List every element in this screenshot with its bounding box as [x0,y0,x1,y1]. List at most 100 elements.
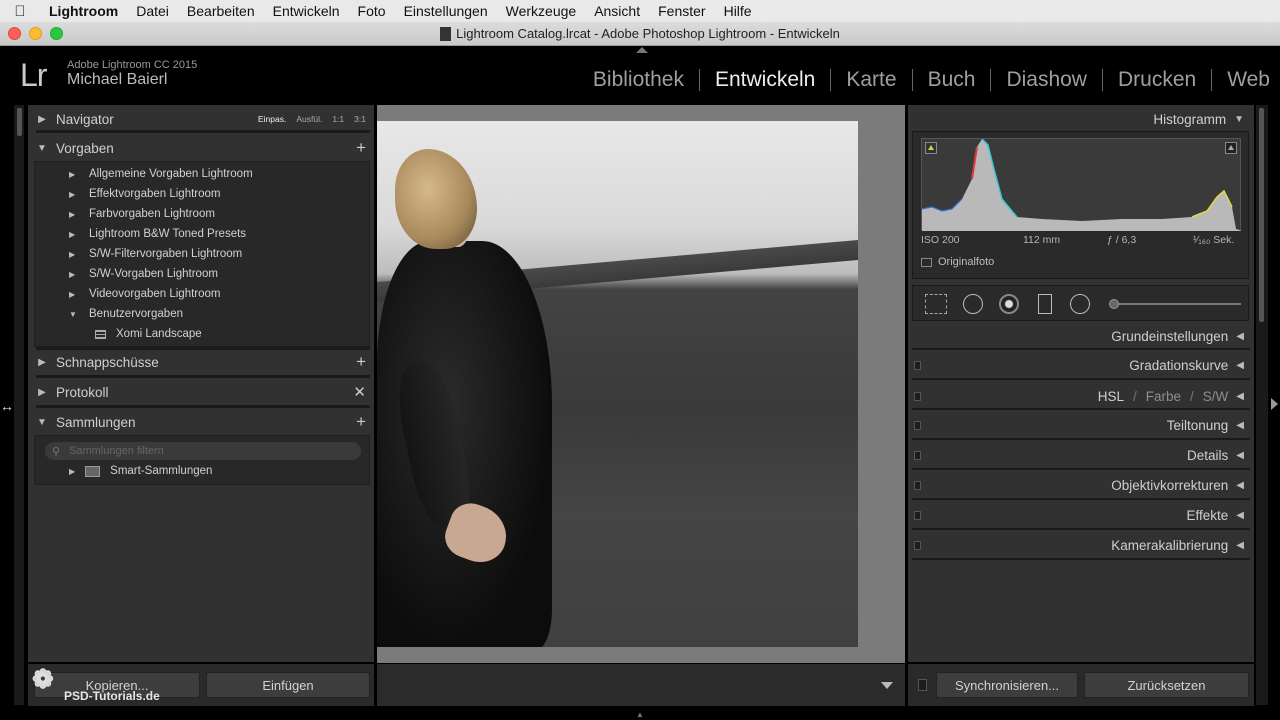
collections-header[interactable]: ▼ Sammlungen + [28,408,374,436]
right-panel-scrollbar[interactable] [1259,108,1264,322]
clear-history-icon[interactable]: ✕ [353,383,366,401]
menu-werkzeuge[interactable]: Werkzeuge [497,3,586,19]
panel-switch-icon[interactable] [914,481,921,490]
image-view[interactable] [377,105,905,663]
navigator-label: Navigator [56,111,114,127]
history-header[interactable]: ▶ Protokoll ✕ [28,378,374,406]
spot-removal-icon[interactable] [963,294,983,314]
panel-switch-icon[interactable] [914,361,921,370]
module-diashow[interactable]: Diashow [991,69,1103,91]
red-eye-correction-icon[interactable] [999,294,1019,314]
module-buch[interactable]: Buch [913,69,992,91]
module-drucken[interactable]: Drucken [1103,69,1213,91]
preset-folder[interactable]: ▶ Allgemeine Vorgaben Lightroom [69,164,253,184]
preset-folder-label: S/W-Vorgaben Lightroom [89,268,218,280]
camera-calibration-header[interactable]: Kamerakalibrierung ◀ [908,531,1254,559]
paste-button[interactable]: Einfügen [206,672,370,698]
original-photo-checkbox[interactable]: Originalfoto [921,256,994,268]
snapshots-header[interactable]: ▶ Schnappschüsse + [28,348,374,376]
add-preset-icon[interactable]: + [356,138,366,158]
preset-folder-user[interactable]: ▼ Benutzervorgaben [69,304,183,324]
menu-foto[interactable]: Foto [349,3,395,19]
adjustment-brush-icon[interactable] [1109,299,1119,309]
apple-icon[interactable]:  [0,3,40,20]
preset-folder[interactable]: ▶ Effektvorgaben Lightroom [69,184,220,204]
panel-divider [912,378,1250,380]
filmstrip-toggle-icon[interactable]: ▲ [636,710,644,719]
hsl-tab[interactable]: HSL [1098,389,1124,404]
effects-label: Effekte [1186,507,1229,523]
exif-iso: ISO 200 [921,234,960,246]
preset-folder[interactable]: ▶ Farbvorgaben Lightroom [69,204,215,224]
collections-list: ⚲ Sammlungen filtern ▶ Smart-Sammlungen [34,435,370,485]
module-karte[interactable]: Karte [831,69,913,91]
add-snapshot-icon[interactable]: + [356,352,366,372]
menu-lightroom[interactable]: Lightroom [40,3,127,19]
toolbar [377,664,905,706]
maximize-window-button[interactable] [50,27,63,40]
expand-triangle-icon: ◀ [1236,419,1244,431]
preset-folder[interactable]: ▶ S/W-Filtervorgaben Lightroom [69,244,242,264]
close-window-button[interactable] [8,27,21,40]
menu-fenster[interactable]: Fenster [649,3,714,19]
menu-datei[interactable]: Datei [127,3,178,19]
snapshots-label: Schnappschüsse [56,354,159,370]
effects-header[interactable]: Effekte ◀ [908,501,1254,529]
preset-folder[interactable]: ▶ Lightroom B&W Toned Presets [69,224,246,244]
left-panel-edge[interactable] [14,105,24,705]
menu-bearbeiten[interactable]: Bearbeiten [178,3,264,19]
preset-folder[interactable]: ▶ Videovorgaben Lightroom [69,284,221,304]
top-panel-toggle-icon[interactable] [636,47,648,53]
navigator-header[interactable]: ▶ Navigator Einpas. Ausfül. 1:1 3:1 [28,105,374,133]
radial-filter-icon[interactable] [1070,294,1090,314]
module-bibliothek[interactable]: Bibliothek [578,69,700,91]
histogram-header[interactable]: Histogramm ▼ [908,105,1254,133]
shadow-clipping-icon[interactable] [925,142,937,154]
add-collection-icon[interactable]: + [356,412,366,432]
zoom-1-1[interactable]: 1:1 [332,114,344,124]
reset-button[interactable]: Zurücksetzen [1084,672,1249,698]
smart-collections-set[interactable]: ▶ Smart-Sammlungen [69,465,212,477]
preset-folder[interactable]: ▶ S/W-Vorgaben Lightroom [69,264,218,284]
tone-curve-header[interactable]: Gradationskurve ◀ [908,351,1254,379]
panel-switch-icon[interactable] [914,392,921,401]
collapse-triangle-icon: ▼ [69,309,77,319]
module-web[interactable]: Web [1212,69,1280,91]
zoom-fit[interactable]: Einpas. [258,114,286,124]
module-entwickeln[interactable]: Entwickeln [700,69,832,91]
zoom-3-1[interactable]: 3:1 [354,114,366,124]
left-panel-scrollbar[interactable] [17,108,22,136]
preset-item[interactable]: Xomi Landscape [95,324,202,344]
zoom-fill[interactable]: Ausfül. [296,114,322,124]
menu-hilfe[interactable]: Hilfe [715,3,761,19]
presets-header[interactable]: ▼ Vorgaben + [28,134,374,162]
basic-header[interactable]: Grundeinstellungen ◀ [908,322,1254,350]
menu-entwickeln[interactable]: Entwickeln [264,3,349,19]
toolbar-dropdown-icon[interactable] [881,682,893,689]
highlight-clipping-icon[interactable] [1225,142,1237,154]
panel-switch-icon[interactable] [914,511,921,520]
auto-sync-switch-icon[interactable] [918,679,927,691]
menu-ansicht[interactable]: Ansicht [585,3,649,19]
lens-corrections-header[interactable]: Objektivkorrekturen ◀ [908,471,1254,499]
crop-overlay-icon[interactable] [925,294,947,314]
hsl-header[interactable]: HSL / Farbe / S/W ◀ [908,382,1254,410]
histogram[interactable] [921,138,1242,231]
presets-label: Vorgaben [56,140,114,156]
color-tab[interactable]: Farbe [1146,389,1181,404]
panel-switch-icon[interactable] [914,451,921,460]
collections-filter-input[interactable]: ⚲ Sammlungen filtern [45,442,361,460]
expand-triangle-icon: ▶ [69,229,76,239]
adjustment-brush-slider[interactable] [1113,303,1241,305]
panel-switch-icon[interactable] [914,541,921,550]
menu-einstellungen[interactable]: Einstellungen [395,3,497,19]
detail-header[interactable]: Details ◀ [908,441,1254,469]
bw-tab[interactable]: S/W [1203,389,1229,404]
exif-shutter: ¹⁄₁₆₀ Sek. [1193,234,1235,246]
graduated-filter-icon[interactable] [1038,294,1052,314]
panel-switch-icon[interactable] [914,421,921,430]
split-toning-header[interactable]: Teiltonung ◀ [908,411,1254,439]
right-panel-toggle-icon[interactable] [1271,398,1278,410]
sync-button[interactable]: Synchronisieren... [936,672,1078,698]
minimize-window-button[interactable] [29,27,42,40]
